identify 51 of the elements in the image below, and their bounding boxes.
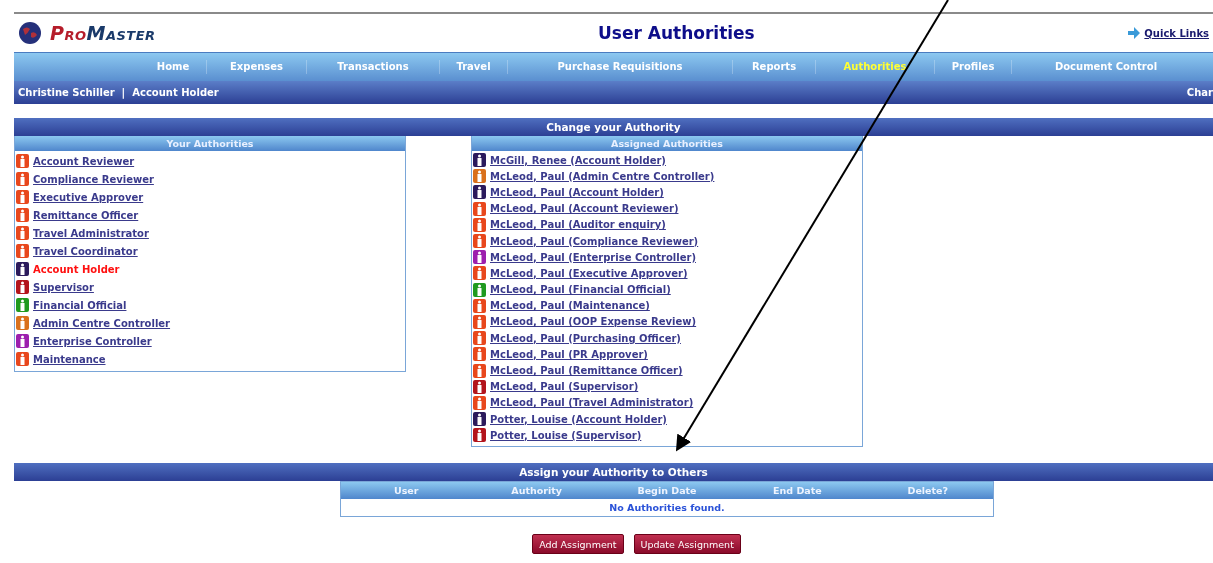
authority-link[interactable]: Maintenance	[33, 353, 106, 365]
authority-link[interactable]: Travel Coordinator	[33, 245, 138, 257]
separator: |	[121, 87, 126, 98]
authority-link[interactable]: Compliance Reviewer	[33, 173, 154, 185]
authority-link[interactable]: Travel Administrator	[33, 227, 149, 239]
empty-message: No Authorities found.	[608, 501, 726, 516]
assignment-link[interactable]: McLeod, Paul (PR Approver)	[490, 348, 648, 360]
column-header: End Date	[772, 485, 823, 497]
page-title: User Authorities	[598, 23, 756, 43]
action-button[interactable]: Add Assignment	[532, 534, 624, 555]
assignment-link[interactable]: McGill, Renee (Account Holder)	[490, 154, 666, 166]
column-header: Delete?	[906, 485, 950, 497]
arrow-icon	[1128, 27, 1141, 39]
user-role: Account Holder	[132, 87, 219, 98]
assignment-link[interactable]: McLeod, Paul (Executive Approver)	[490, 267, 688, 279]
logo: ProMaster	[50, 22, 156, 44]
assignment-link[interactable]: McLeod, Paul (Purchasing Officer)	[490, 332, 681, 344]
authority-link[interactable]: Account Holder	[33, 263, 120, 275]
assignment-link[interactable]: McLeod, Paul (Admin Centre Controller)	[490, 170, 715, 182]
column-header: Authority	[510, 485, 563, 497]
assignment-link[interactable]: McLeod, Paul (Enterprise Controller)	[490, 251, 696, 263]
authority-link[interactable]: Executive Approver	[33, 191, 144, 203]
assignment-link[interactable]: McLeod, Paul (Account Reviewer)	[490, 203, 679, 215]
authority-link[interactable]: Supervisor	[33, 281, 94, 293]
assignment-link[interactable]: McLeod, Paul (Supervisor)	[490, 381, 639, 393]
column-header: User	[392, 485, 420, 497]
authority-link[interactable]: Admin Centre Controller	[33, 317, 171, 329]
panel-header: Your Authorities	[15, 136, 405, 151]
assignment-link[interactable]: McLeod, Paul (Remittance Officer)	[490, 365, 683, 377]
section-header: Change your Authority	[14, 118, 1213, 136]
globe-icon	[18, 21, 42, 45]
authority-link[interactable]: Remittance Officer	[33, 209, 139, 221]
assignment-link[interactable]: McLeod, Paul (OOP Expense Review)	[490, 316, 697, 328]
column-header: Begin Date	[636, 485, 698, 497]
assignment-link[interactable]: McLeod, Paul (Maintenance)	[490, 300, 650, 312]
assignment-link[interactable]: McLeod, Paul (Account Holder)	[490, 186, 664, 198]
assignment-link[interactable]: McLeod, Paul (Compliance Reviewer)	[490, 235, 699, 247]
panel-header: Assigned Authorities	[472, 136, 862, 151]
quick-links-link[interactable]: Quick Links	[1128, 27, 1209, 39]
section-header: Assign your Authority to Others	[14, 463, 1213, 482]
assignment-link[interactable]: McLeod, Paul (Auditor enquiry)	[490, 219, 666, 231]
authority-link[interactable]: Financial Official	[33, 299, 127, 311]
authority-link[interactable]: Account Reviewer	[33, 155, 135, 167]
action-button[interactable]: Update Assignment	[633, 534, 741, 555]
authority-link[interactable]: Enterprise Controller	[33, 335, 152, 347]
user-name: Christine Schiller	[18, 87, 115, 98]
assignment-link[interactable]: McLeod, Paul (Travel Administrator)	[490, 397, 694, 409]
header-link[interactable]: Char	[1186, 87, 1213, 98]
assignment-link[interactable]: McLeod, Paul (Financial Official)	[490, 284, 671, 296]
assignment-link[interactable]: Potter, Louise (Supervisor)	[490, 429, 642, 441]
assignment-link[interactable]: Potter, Louise (Account Holder)	[490, 413, 667, 425]
